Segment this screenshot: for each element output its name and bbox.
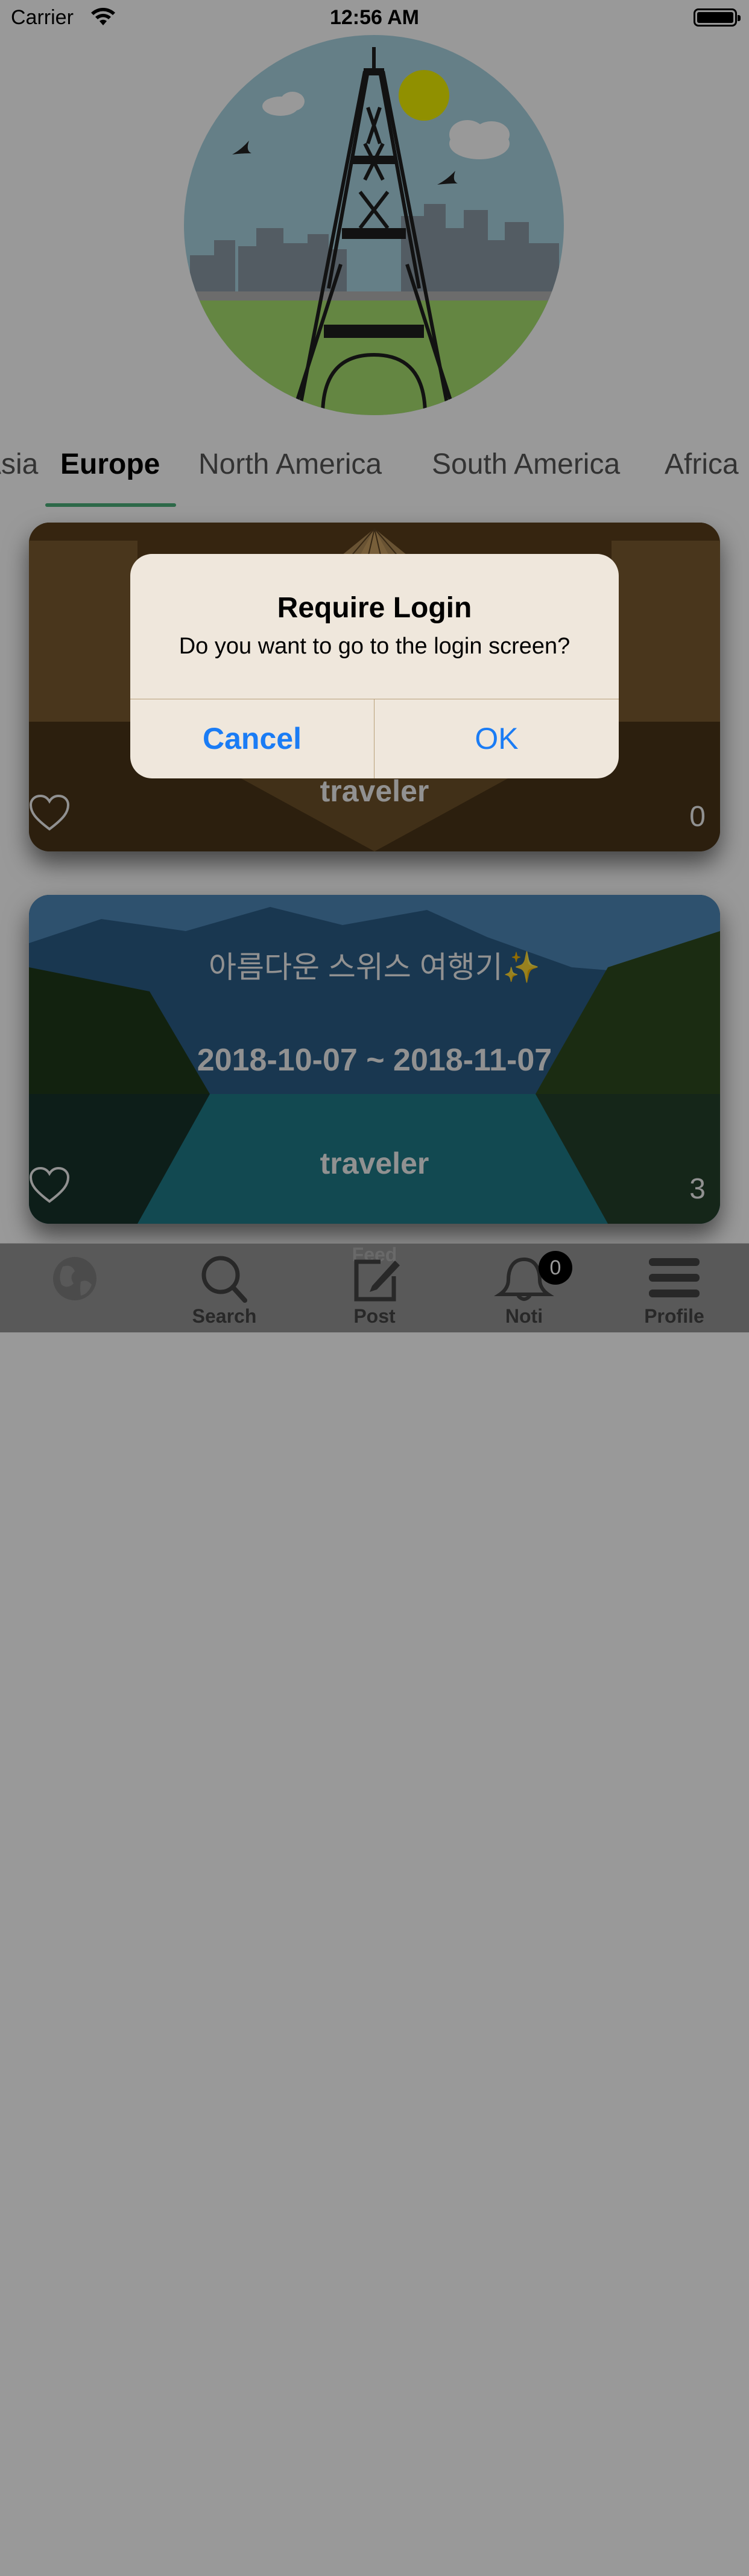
login-alert: Require Login Do you want to go to the l… bbox=[130, 554, 619, 778]
alert-title: Require Login bbox=[277, 592, 472, 624]
alert-message: Do you want to go to the login screen? bbox=[179, 634, 570, 659]
tab-label: Feed bbox=[0, 1244, 749, 2576]
ok-button[interactable]: OK bbox=[374, 699, 619, 778]
cancel-button[interactable]: Cancel bbox=[130, 699, 374, 778]
